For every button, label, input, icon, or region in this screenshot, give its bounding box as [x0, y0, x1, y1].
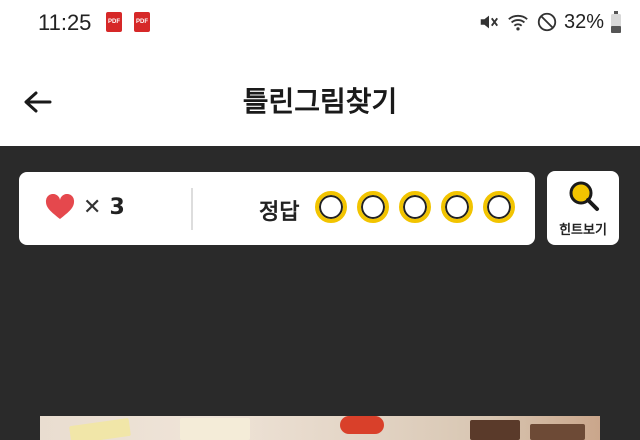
pdf-icon: PDF	[106, 12, 122, 32]
battery-icon	[611, 11, 621, 33]
domino-piece	[470, 420, 520, 440]
answer-indicator	[399, 191, 431, 223]
magnifier-icon	[569, 181, 599, 211]
do-not-disturb-icon	[537, 12, 557, 32]
battery-percentage: 32%	[563, 10, 604, 33]
domino-piece	[180, 418, 250, 440]
puzzle-image[interactable]	[40, 416, 600, 440]
game-area: ✕ 3 정답 힌트보기	[0, 146, 640, 440]
answer-indicator	[315, 191, 347, 223]
score-card: ✕ 3 정답	[19, 172, 535, 245]
mute-icon	[480, 15, 498, 29]
status-time: 11:25	[38, 10, 92, 35]
hint-button[interactable]: 힌트보기	[547, 171, 619, 245]
wifi-icon	[508, 14, 528, 31]
dart	[340, 416, 384, 434]
status-icons: 32%	[478, 9, 622, 35]
answer-indicator	[441, 191, 473, 223]
times-symbol: ✕	[83, 194, 102, 220]
page-title: 틀린그림찾기	[242, 85, 398, 118]
domino-piece	[530, 424, 585, 440]
domino-piece	[69, 417, 131, 440]
answer-label: 정답	[259, 200, 300, 225]
app-header: 틀린그림찾기	[0, 44, 640, 146]
lives-counter: ✕ 3	[45, 194, 125, 220]
divider	[191, 188, 193, 230]
lives-count: 3	[109, 194, 125, 220]
answer-indicator	[483, 191, 515, 223]
hint-label: 힌트보기	[559, 223, 607, 238]
heart-icon	[45, 194, 75, 219]
status-bar: 11:25 PDF PDF 32%	[0, 0, 640, 44]
pdf-icon: PDF	[134, 12, 150, 32]
answer-indicator	[357, 191, 389, 223]
answer-indicators	[315, 191, 515, 223]
